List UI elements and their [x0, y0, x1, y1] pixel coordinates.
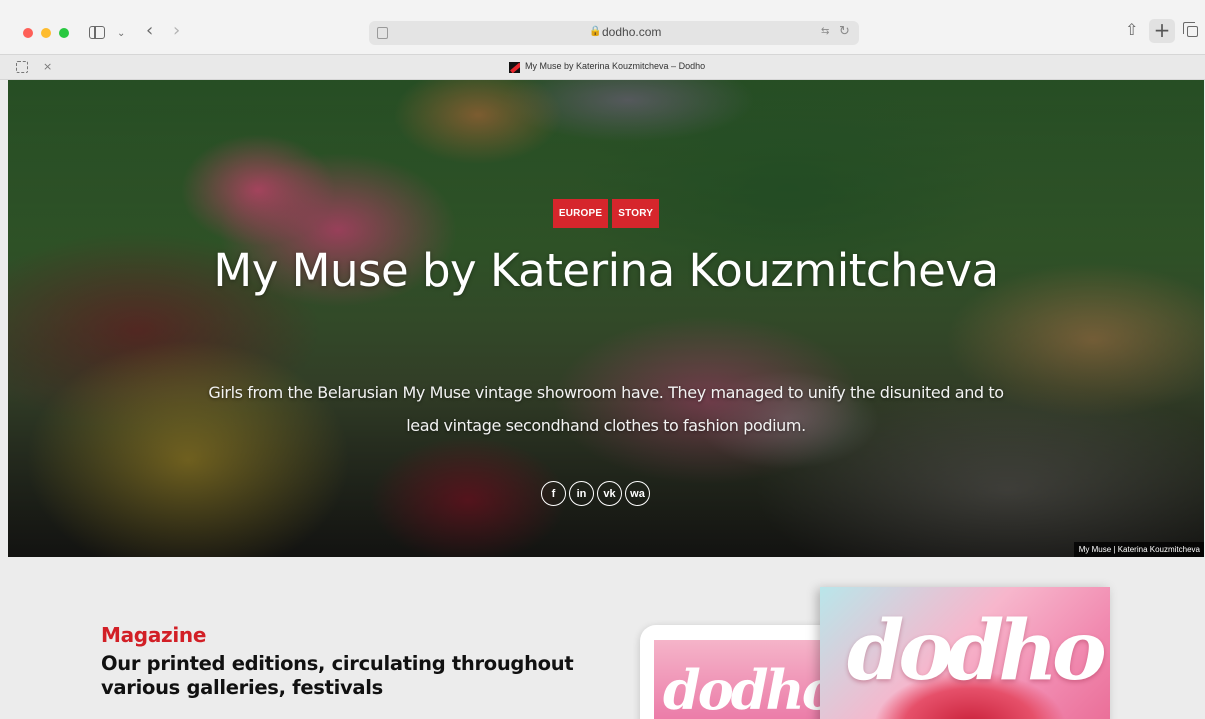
url-text[interactable]: dodho.com [602, 25, 661, 39]
magazine-label: Magazine [101, 623, 207, 647]
page-menu-icon[interactable] [377, 27, 388, 39]
reload-icon[interactable]: ↻ [839, 24, 850, 39]
close-tab-icon[interactable]: × [43, 60, 52, 73]
hero-banner: EUROPE STORY My Muse by Katerina Kouzmitc… [8, 80, 1204, 557]
zoom-window-button[interactable] [59, 28, 69, 38]
close-window-button[interactable] [23, 28, 33, 38]
article-title: My Muse by Katerina Kouzmitcheva [213, 244, 999, 297]
cover-logo: dodho [847, 603, 1107, 699]
forward-button[interactable]: › [173, 22, 180, 40]
back-button[interactable]: ‹ [146, 22, 153, 40]
hero-tags: EUROPE STORY [8, 199, 1204, 228]
new-tab-button[interactable]: + [1149, 19, 1175, 43]
browser-toolbar: ⌄ ‹ › 🔒 dodho.com ⇆ ↻ ⇧ + [0, 0, 1205, 54]
chevron-down-icon[interactable]: ⌄ [117, 26, 125, 42]
tab-title[interactable]: My Muse by Katerina Kouzmitcheva – Dodho [525, 61, 705, 71]
sidebar-toggle-icon[interactable] [89, 26, 105, 39]
article-subtitle: Girls from the Belarusian My Muse vintag… [208, 383, 1004, 435]
social-share-buttons: f in vk wa [541, 481, 650, 506]
tag-europe[interactable]: EUROPE [552, 199, 609, 228]
tag-story[interactable]: STORY [612, 199, 660, 228]
address-bar[interactable]: 🔒 dodho.com ⇆ ↻ [369, 21, 859, 45]
linkedin-icon[interactable]: in [569, 481, 594, 506]
lock-icon: 🔒 [589, 26, 602, 37]
facebook-icon[interactable]: f [541, 481, 566, 506]
tabs-icon[interactable] [1183, 22, 1198, 37]
magazine-mockup-image[interactable]: dodho dodho [623, 583, 1205, 719]
image-caption: My Muse | Katerina Kouzmitcheva [1073, 542, 1204, 557]
magazine-heading: Our printed editions, circulating throug… [101, 652, 574, 699]
vk-icon[interactable]: vk [597, 481, 622, 506]
share-icon[interactable]: ⇧ [1125, 22, 1138, 38]
translate-icon[interactable]: ⇆ [821, 26, 829, 37]
minimize-window-button[interactable] [41, 28, 51, 38]
tab-bar: × My Muse by Katerina Kouzmitcheva – Dod… [0, 54, 1205, 80]
pinned-tab-icon[interactable] [16, 61, 28, 73]
whatsapp-icon[interactable]: wa [625, 481, 650, 506]
tablet-logo: dodho [663, 658, 838, 719]
dodho-favicon-icon [509, 62, 520, 73]
